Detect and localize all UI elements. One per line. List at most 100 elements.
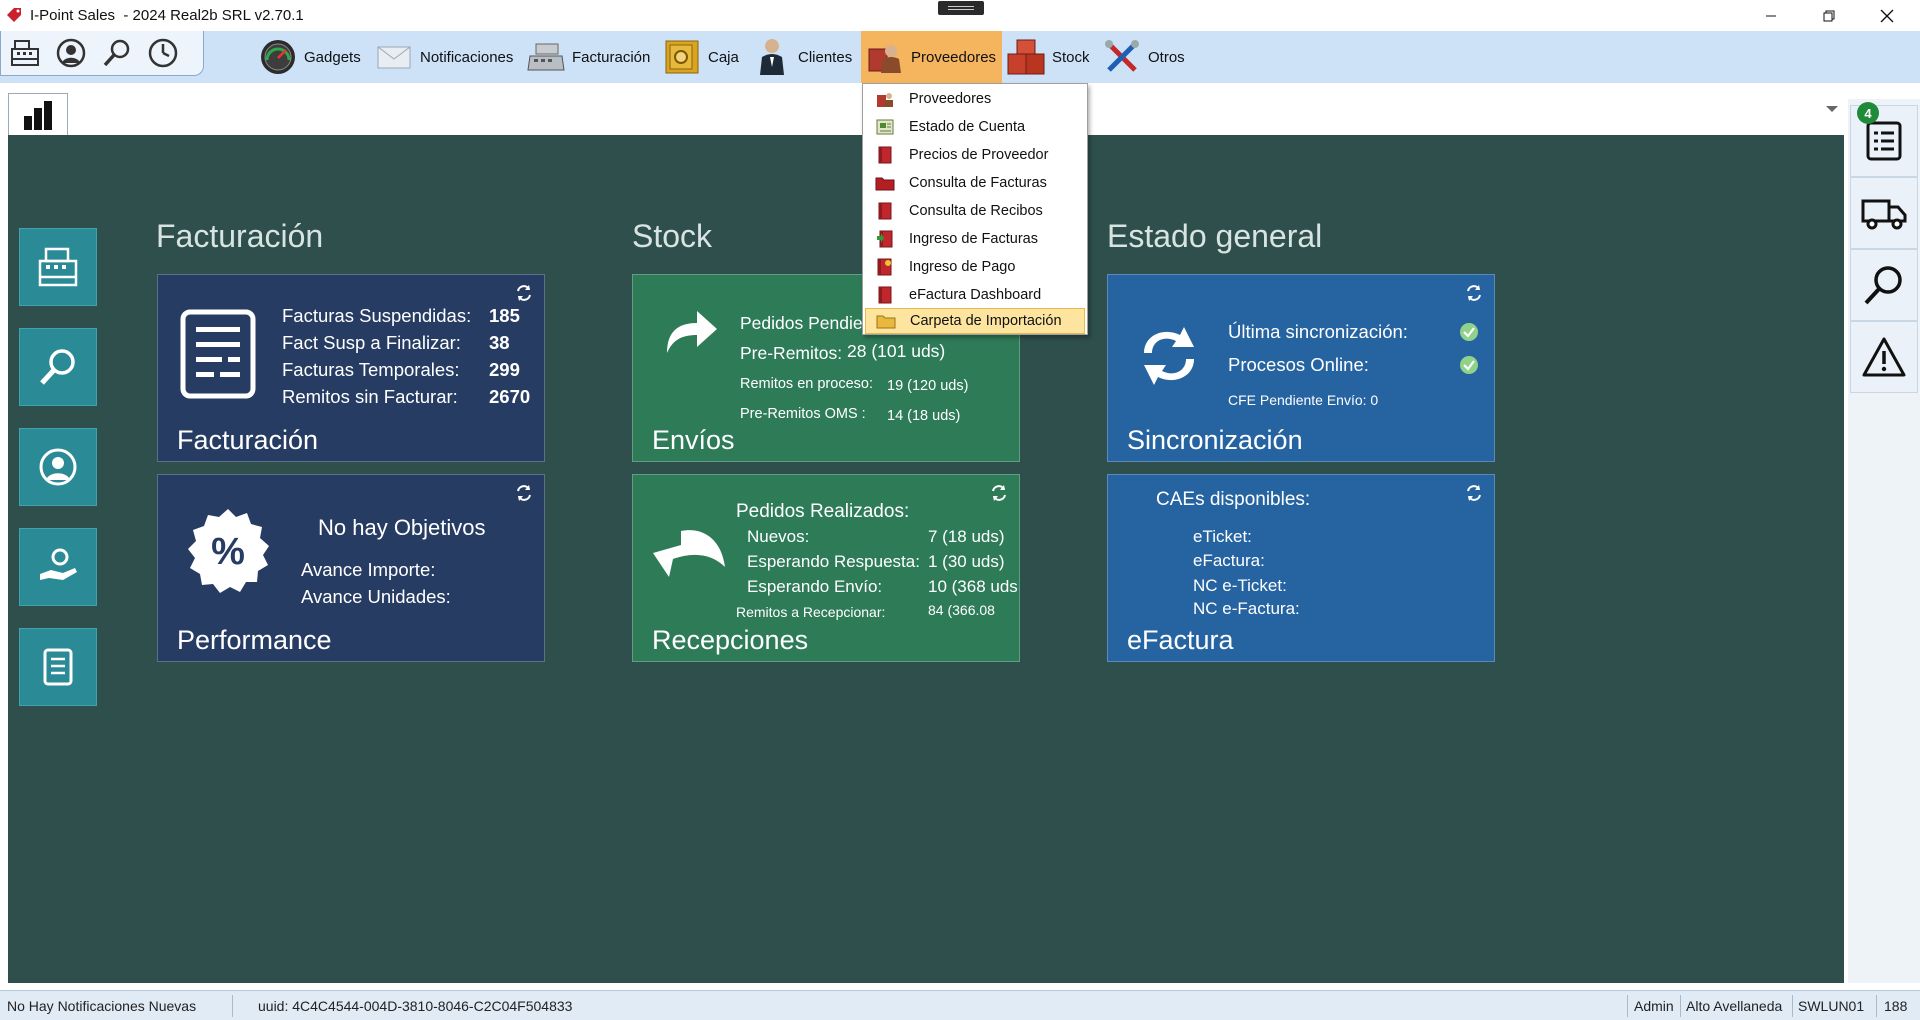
tab-dashboard[interactable]	[8, 93, 68, 135]
nuevos-label: Nuevos:	[747, 527, 810, 546]
restore-button[interactable]	[1800, 0, 1858, 31]
menu-caja[interactable]: Caja	[662, 31, 739, 83]
fact-susp-finalizar-label: Fact Susp a Finalizar:	[282, 332, 461, 353]
user-support-icon	[56, 38, 86, 68]
nc-eticket-label: NC e-Ticket:	[1193, 576, 1287, 595]
status-separator	[1680, 995, 1681, 1017]
quick-clock-button[interactable]	[143, 34, 183, 72]
dropdown-item-estado-cuenta[interactable]: Estado de Cuenta	[865, 114, 1085, 140]
restore-icon	[1823, 10, 1835, 21]
quick-register-button[interactable]	[5, 34, 45, 72]
remitos-en-proceso-value: 19 (120 uds)	[887, 378, 969, 394]
refresh-icon[interactable]	[1464, 483, 1484, 503]
register-icon	[38, 247, 78, 287]
facturacion-card[interactable]: Facturas Suspendidas: 185 Fact Susp a Fi…	[157, 274, 545, 462]
sidebar-payments-button[interactable]	[19, 528, 97, 606]
recepciones-card[interactable]: Pedidos Realizados: Nuevos: 7 (18 uds) E…	[632, 474, 1020, 662]
dropdown-item-label: eFactura Dashboard	[909, 287, 1042, 303]
bar-chart-icon	[24, 100, 52, 130]
menu-facturacion[interactable]: Facturación	[526, 31, 650, 83]
svg-text:%: %	[211, 531, 245, 573]
title-bar: I-Point Sales - 2024 Real2b SRL v2.70.1	[0, 0, 1920, 31]
right-warnings-button[interactable]	[1850, 321, 1918, 393]
status-separator	[232, 995, 233, 1017]
sincronizacion-card[interactable]: Última sincronización: Procesos Online: …	[1107, 274, 1495, 462]
pre-remitos-oms-label: Pre-Remitos OMS :	[740, 406, 866, 422]
facturas-temporales-value: 299	[489, 359, 520, 380]
minimize-button[interactable]	[1742, 0, 1800, 31]
refresh-icon[interactable]	[989, 483, 1009, 503]
section-title-estado: Estado general	[1107, 218, 1323, 254]
menu-clientes[interactable]: Clientes	[752, 31, 852, 83]
menu-gadgets-label: Gadgets	[304, 48, 361, 66]
search-icon	[1864, 266, 1902, 305]
pedidos-realizados-heading: Pedidos Realizados:	[736, 501, 910, 522]
sincronizacion-card-title: Sincronización	[1127, 425, 1303, 455]
facturacion-card-title: Facturación	[177, 425, 319, 455]
sidebar-support-button[interactable]	[19, 428, 97, 506]
facturas-temporales-label: Facturas Temporales:	[282, 359, 460, 380]
sidebar-search-button[interactable]	[19, 328, 97, 406]
drag-handle[interactable]	[938, 1, 984, 15]
truck-icon	[1861, 199, 1907, 230]
dropdown-item-label: Proveedores	[909, 91, 992, 107]
nuevos-value: 7 (18 uds)	[928, 527, 1005, 546]
envios-card-title: Envíos	[652, 425, 735, 455]
dropdown-item-proveedores[interactable]: Proveedores	[865, 86, 1085, 112]
menu-stock[interactable]: Stock	[1006, 31, 1090, 83]
cfe-pendiente-envio: CFE Pendiente Envío: 0	[1228, 392, 1379, 408]
menu-gadgets[interactable]: Gadgets	[258, 31, 361, 83]
search-icon	[40, 349, 75, 385]
remitos-en-proceso-label: Remitos en proceso:	[740, 376, 873, 392]
check-ok-icon	[1460, 356, 1478, 374]
menu-proveedores[interactable]: Proveedores	[861, 31, 1002, 83]
refresh-icon[interactable]	[514, 483, 534, 503]
quick-support-button[interactable]	[51, 34, 91, 72]
menu-proveedores-label: Proveedores	[911, 48, 997, 66]
pre-remitos-value: 28 (101 uds)	[847, 341, 946, 361]
dropdown-item-ingreso-facturas[interactable]: Ingreso de Facturas	[865, 226, 1085, 252]
quick-search-button[interactable]	[97, 34, 137, 72]
tools-icon	[1102, 37, 1142, 77]
folder-red-icon	[875, 174, 895, 192]
ultima-sincronizacion-label: Última sincronización:	[1228, 321, 1408, 342]
quick-access-bar	[0, 31, 204, 76]
pedidos-pendientes-label: Pedidos Pendier	[740, 313, 869, 333]
status-branch: Alto Avellaneda	[1686, 998, 1783, 1014]
performance-heading: No hay Objetivos	[318, 515, 486, 540]
status-number: 188	[1884, 998, 1908, 1014]
dropdown-item-label: Precios de Proveedor	[909, 147, 1049, 163]
remitos-sin-facturar-label: Remitos sin Facturar:	[282, 386, 458, 407]
right-delivery-button[interactable]	[1850, 177, 1918, 249]
refresh-icon[interactable]	[514, 283, 534, 303]
menu-notificaciones[interactable]: Notificaciones	[374, 31, 513, 83]
performance-card[interactable]: % No hay Objetivos Avance Importe: Avanc…	[157, 474, 545, 662]
close-button[interactable]	[1858, 0, 1916, 31]
window-title: I-Point Sales - 2024 Real2b SRL v2.70.1	[30, 7, 304, 24]
recepciones-card-title: Recepciones	[652, 625, 809, 655]
tab-overflow-chevron-icon[interactable]	[1826, 106, 1838, 112]
menu-otros[interactable]: Otros	[1102, 31, 1185, 83]
sidebar-list-button[interactable]	[19, 628, 97, 706]
dropdown-item-carpeta-importacion[interactable]: Carpeta de Importación	[865, 308, 1085, 334]
dropdown-item-consulta-recibos[interactable]: Consulta de Recibos	[865, 198, 1085, 224]
dropdown-item-consulta-facturas[interactable]: Consulta de Facturas	[865, 170, 1085, 196]
pre-remitos-oms-value: 14 (18 uds)	[887, 408, 961, 424]
menu-facturacion-label: Facturación	[572, 48, 651, 66]
pre-remitos-label: Pre-Remitos:	[740, 343, 843, 363]
dropdown-item-efactura-dashboard[interactable]: eFactura Dashboard	[865, 282, 1085, 308]
refresh-icon[interactable]	[1464, 283, 1484, 303]
sidebar-register-button[interactable]	[19, 228, 97, 306]
envelope-icon	[374, 37, 414, 77]
menu-clientes-label: Clientes	[798, 48, 853, 66]
sync-icon	[1144, 327, 1194, 385]
undo-arrow-icon	[653, 530, 725, 577]
efactura-card[interactable]: CAEs disponibles: eTicket: eFactura: NC …	[1107, 474, 1495, 662]
right-search-button[interactable]	[1850, 249, 1918, 321]
dropdown-item-ingreso-pago[interactable]: Ingreso de Pago	[865, 254, 1085, 280]
esperando-envio-value: 10 (368 uds	[928, 577, 1018, 596]
book-icon	[875, 202, 895, 220]
remitos-a-recepcionar-label: Remitos a Recepcionar:	[736, 604, 886, 620]
menu-caja-label: Caja	[708, 48, 739, 66]
dropdown-item-precios-proveedor[interactable]: Precios de Proveedor	[865, 142, 1085, 168]
